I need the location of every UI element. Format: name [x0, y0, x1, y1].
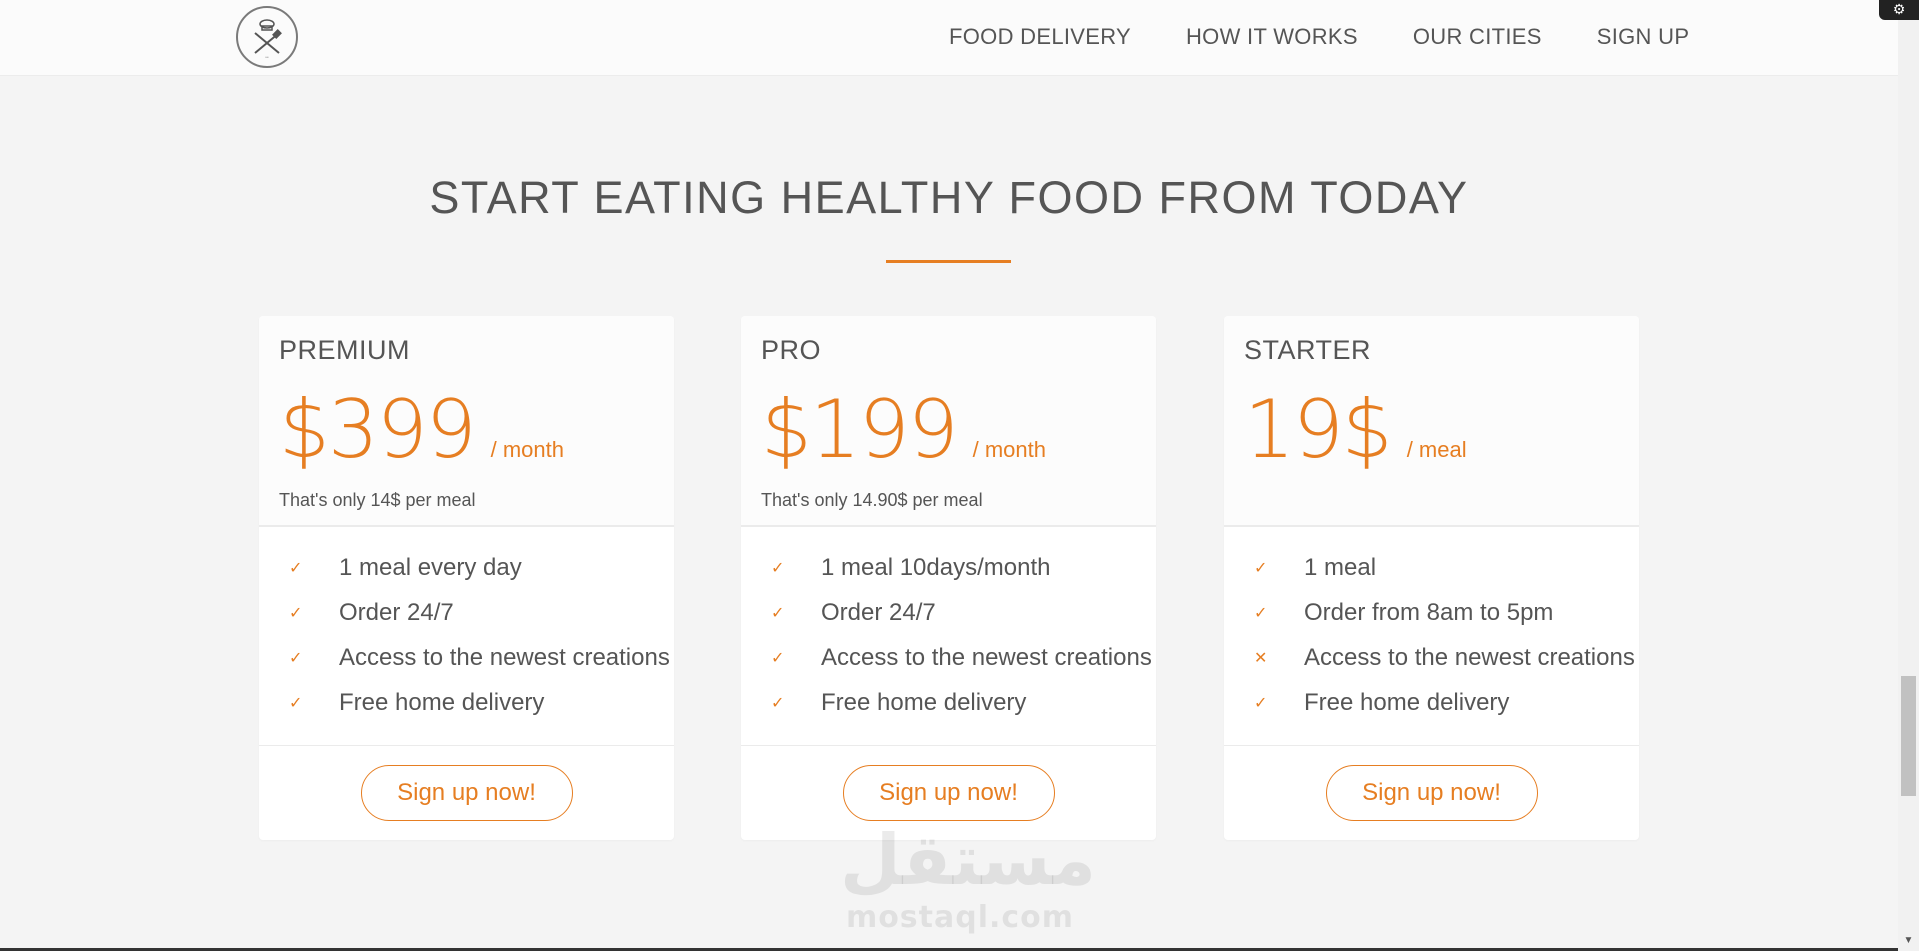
plan-footer: Sign up now!: [1224, 746, 1639, 840]
logo[interactable]: •••: [236, 6, 298, 68]
feature-item: ✓ 1 meal 10days/month: [771, 545, 1156, 590]
watermark-arabic: مستقل: [840, 819, 1097, 901]
feature-list: ✓ 1 meal every day ✓ Order 24/7 ✓ Access to…: [259, 527, 674, 746]
top-navbar: ••• FOOD DELIVERY HOW IT WORKS OUR CITIE…: [0, 0, 1898, 76]
feature-text: Access to the newest creations: [1304, 643, 1635, 671]
feature-list: ✓ 1 meal ✓ Order from 8am to 5pm ✕ Access t…: [1224, 527, 1639, 746]
feature-text: Access to the newest creations: [339, 643, 670, 671]
sign-up-button[interactable]: Sign up now!: [1325, 765, 1538, 821]
feature-text: Free home delivery: [339, 688, 545, 716]
title-divider: [886, 260, 1011, 263]
feature-item: ✓ Order from 8am to 5pm: [1254, 590, 1639, 635]
feature-item: ✓ Free home delivery: [771, 680, 1156, 725]
plan-footer: Sign up now!: [259, 746, 674, 840]
feature-text: 1 meal every day: [339, 553, 522, 581]
watermark-latin: mostaql.com: [845, 900, 1075, 935]
main-nav: FOOD DELIVERY HOW IT WORKS OUR CITIES SI…: [949, 24, 1689, 50]
plan-header: STARTER 19$ / meal: [1224, 316, 1639, 527]
feature-text: 1 meal: [1304, 553, 1377, 581]
section-title: START EATING HEALTHY FOOD FROM TODAY: [429, 172, 1469, 223]
plan-price: $399: [279, 383, 477, 476]
check-icon: ✓: [1254, 694, 1268, 712]
plan-price: 19$: [1244, 383, 1393, 476]
feature-item: ✓ Free home delivery: [289, 680, 674, 725]
price-row: 19$ / meal: [1244, 390, 1619, 470]
plan-name: PREMIUM: [279, 335, 410, 365]
plan-note: That's only 14$ per meal: [279, 490, 476, 510]
scrollbar[interactable]: ▼: [1898, 0, 1919, 951]
plan-header: PRO $199 / month That's only 14.90$ per …: [741, 316, 1156, 527]
close-icon: ✕: [1254, 649, 1268, 667]
nav-how-it-works[interactable]: HOW IT WORKS: [1186, 24, 1358, 50]
scroll-down-arrow-icon[interactable]: ▼: [1901, 935, 1916, 946]
check-icon: ✓: [771, 559, 785, 577]
plan-header: PREMIUM $399 / month That's only 14$ per…: [259, 316, 674, 527]
feature-item: ✓ 1 meal every day: [289, 545, 674, 590]
plan-card-starter: STARTER 19$ / meal ✓ 1 meal ✓ Order from 8…: [1224, 316, 1639, 840]
watermark: مستقل mostaql.com: [840, 819, 1097, 935]
chef-hat-utensils-logo-icon: •••: [254, 19, 282, 59]
nav-food-delivery[interactable]: FOOD DELIVERY: [949, 24, 1131, 50]
feature-item: ✓ Free home delivery: [1254, 680, 1639, 725]
feature-text: Free home delivery: [821, 688, 1027, 716]
plan-period: / month: [490, 437, 564, 462]
plan-card-premium: PREMIUM $399 / month That's only 14$ per…: [259, 316, 674, 840]
price-row: $399 / month: [279, 390, 654, 470]
check-icon: ✓: [771, 694, 785, 712]
feature-item: ✓ Access to the newest creations: [771, 635, 1156, 680]
scrollbar-thumb[interactable]: [1901, 676, 1916, 796]
nav-our-cities[interactable]: OUR CITIES: [1413, 24, 1542, 50]
check-icon: ✓: [289, 559, 303, 577]
feature-item: ✕ Access to the newest creations: [1254, 635, 1639, 680]
feature-text: Order 24/7: [821, 598, 936, 626]
feature-item: ✓ 1 meal: [1254, 545, 1639, 590]
gear-icon[interactable]: ⚙: [1879, 0, 1919, 20]
sign-up-button[interactable]: Sign up now!: [842, 765, 1055, 821]
feature-text: Order from 8am to 5pm: [1304, 598, 1554, 626]
sign-up-button[interactable]: Sign up now!: [360, 765, 573, 821]
feature-list: ✓ 1 meal 10days/month ✓ Order 24/7 ✓ Access…: [741, 527, 1156, 746]
feature-item: ✓ Access to the newest creations: [289, 635, 674, 680]
check-icon: ✓: [1254, 559, 1268, 577]
check-icon: ✓: [771, 649, 785, 667]
check-icon: ✓: [1254, 604, 1268, 622]
plan-price: $199: [761, 383, 959, 476]
plan-period: / month: [972, 437, 1046, 462]
feature-item: ✓ Order 24/7: [771, 590, 1156, 635]
plan-note: That's only 14.90$ per meal: [761, 490, 983, 510]
check-icon: ✓: [771, 604, 785, 622]
feature-text: Free home delivery: [1304, 688, 1510, 716]
check-icon: ✓: [289, 649, 303, 667]
nav-sign-up[interactable]: SIGN UP: [1597, 24, 1690, 50]
plan-name: PRO: [761, 335, 822, 365]
price-row: $199 / month: [761, 390, 1136, 470]
plan-name: STARTER: [1244, 335, 1372, 365]
feature-text: Access to the newest creations: [821, 643, 1152, 671]
feature-text: Order 24/7: [339, 598, 454, 626]
check-icon: ✓: [289, 694, 303, 712]
feature-text: 1 meal 10days/month: [821, 553, 1051, 581]
plan-period: / meal: [1406, 437, 1467, 462]
check-icon: ✓: [289, 604, 303, 622]
plan-card-pro: PRO $199 / month That's only 14.90$ per …: [741, 316, 1156, 840]
feature-item: ✓ Order 24/7: [289, 590, 674, 635]
svg-text:•••: •••: [265, 55, 268, 59]
